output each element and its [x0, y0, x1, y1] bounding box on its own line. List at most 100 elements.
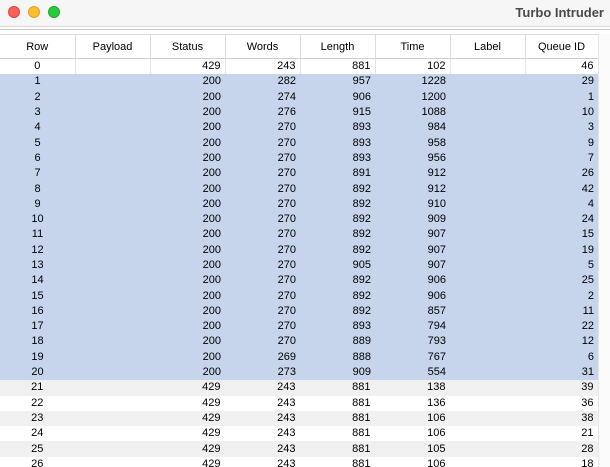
cell-label — [450, 74, 525, 90]
table-row[interactable]: 21 429 243 881 138 39 — [0, 380, 598, 396]
cell-words: 270 — [225, 288, 300, 304]
table-row[interactable]: 20 200 273 909 554 31 — [0, 364, 598, 381]
minimize-window-button[interactable] — [28, 6, 40, 18]
cell-payload — [75, 120, 150, 136]
cell-payload — [75, 135, 150, 151]
cell-queue-id: 11 — [525, 303, 598, 320]
table-row[interactable]: 5 200 270 893 958 9 — [0, 135, 598, 151]
table-row[interactable]: 8 200 270 892 912 42 — [0, 181, 598, 197]
cell-payload — [75, 303, 150, 320]
cell-words: 270 — [225, 227, 300, 243]
cell-length: 888 — [300, 349, 375, 365]
table-row[interactable]: 16 200 270 892 857 11 — [0, 303, 598, 320]
table-row[interactable]: 12 200 270 892 907 19 — [0, 242, 598, 258]
table-row[interactable]: 25 429 243 881 105 28 — [0, 441, 598, 457]
cell-queue-id: 26 — [525, 166, 598, 182]
table-row[interactable]: 6 200 270 893 956 7 — [0, 150, 598, 167]
table-row[interactable]: 19 200 269 888 767 6 — [0, 349, 598, 365]
cell-payload — [75, 242, 150, 258]
cell-row: 21 — [0, 380, 75, 396]
cell-queue-id: 12 — [525, 334, 598, 350]
cell-time: 1088 — [375, 104, 450, 121]
cell-payload — [75, 410, 150, 427]
table-row[interactable]: 15 200 270 892 906 2 — [0, 288, 598, 304]
cell-words: 270 — [225, 334, 300, 350]
cell-status: 200 — [150, 181, 225, 197]
cell-row: 11 — [0, 227, 75, 243]
cell-time: 956 — [375, 150, 450, 167]
table-header-row: Row Payload Status Words Length Time Lab… — [0, 34, 598, 59]
close-window-button[interactable] — [8, 6, 20, 18]
cell-length: 893 — [300, 135, 375, 151]
zoom-window-button[interactable] — [48, 6, 60, 18]
table-row[interactable]: 11 200 270 892 907 15 — [0, 227, 598, 243]
table-row[interactable]: 26 429 243 881 106 18 — [0, 456, 598, 467]
cell-label — [450, 426, 525, 442]
cell-payload — [75, 319, 150, 335]
cell-label — [450, 288, 525, 304]
cell-length: 892 — [300, 211, 375, 228]
column-header-words[interactable]: Words — [225, 34, 301, 59]
cell-payload — [75, 273, 150, 289]
column-header-queue-id[interactable]: Queue ID — [525, 34, 598, 59]
cell-words: 270 — [225, 303, 300, 320]
cell-label — [450, 257, 525, 274]
table-row[interactable]: 0 429 243 881 102 46 — [0, 58, 598, 75]
cell-time: 912 — [375, 166, 450, 182]
column-header-length[interactable]: Length — [300, 34, 376, 59]
vertical-scrollbar[interactable] — [598, 34, 610, 467]
table-row[interactable]: 24 429 243 881 106 21 — [0, 426, 598, 442]
cell-words: 270 — [225, 181, 300, 197]
table-row[interactable]: 14 200 270 892 906 25 — [0, 273, 598, 289]
cell-row: 23 — [0, 410, 75, 427]
cell-time: 767 — [375, 349, 450, 365]
cell-payload — [75, 257, 150, 274]
cell-row: 22 — [0, 395, 75, 411]
cell-row: 9 — [0, 196, 75, 212]
cell-time: 906 — [375, 273, 450, 289]
cell-status: 200 — [150, 166, 225, 182]
column-header-label[interactable]: Label — [450, 34, 526, 59]
cell-words: 274 — [225, 89, 300, 105]
cell-words: 276 — [225, 104, 300, 121]
cell-time: 106 — [375, 410, 450, 427]
cell-row: 2 — [0, 89, 75, 105]
cell-status: 200 — [150, 273, 225, 289]
cell-length: 893 — [300, 120, 375, 136]
cell-words: 270 — [225, 166, 300, 182]
cell-length: 891 — [300, 166, 375, 182]
table-row[interactable]: 13 200 270 905 907 5 — [0, 257, 598, 274]
cell-words: 282 — [225, 74, 300, 90]
table-row[interactable]: 1 200 282 957 1228 29 — [0, 74, 598, 90]
cell-time: 907 — [375, 257, 450, 274]
cell-row: 15 — [0, 288, 75, 304]
column-header-payload[interactable]: Payload — [75, 34, 151, 59]
cell-row: 12 — [0, 242, 75, 258]
cell-label — [450, 181, 525, 197]
cell-payload — [75, 426, 150, 442]
column-header-status[interactable]: Status — [150, 34, 226, 59]
cell-label — [450, 89, 525, 105]
table-row[interactable]: 3 200 276 915 1088 10 — [0, 104, 598, 121]
table-row[interactable]: 23 429 243 881 106 38 — [0, 410, 598, 427]
cell-time: 907 — [375, 242, 450, 258]
table-row[interactable]: 10 200 270 892 909 24 — [0, 211, 598, 228]
table-row[interactable]: 4 200 270 893 984 3 — [0, 120, 598, 136]
table-row[interactable]: 7 200 270 891 912 26 — [0, 166, 598, 182]
table-row[interactable]: 17 200 270 893 794 22 — [0, 319, 598, 335]
cell-time: 105 — [375, 441, 450, 457]
cell-words: 243 — [225, 410, 300, 427]
results-table-container[interactable]: Row Payload Status Words Length Time Lab… — [0, 34, 598, 467]
cell-status: 429 — [150, 441, 225, 457]
cell-payload — [75, 395, 150, 411]
cell-length: 906 — [300, 89, 375, 105]
column-header-time[interactable]: Time — [375, 34, 451, 59]
table-row[interactable]: 18 200 270 889 793 12 — [0, 334, 598, 350]
cell-status: 429 — [150, 58, 226, 75]
cell-time: 912 — [375, 181, 450, 197]
table-row[interactable]: 22 429 243 881 136 36 — [0, 395, 598, 411]
cell-label — [450, 456, 525, 467]
table-row[interactable]: 9 200 270 892 910 4 — [0, 196, 598, 212]
column-header-row[interactable]: Row — [0, 34, 76, 59]
table-row[interactable]: 2 200 274 906 1200 1 — [0, 89, 598, 105]
